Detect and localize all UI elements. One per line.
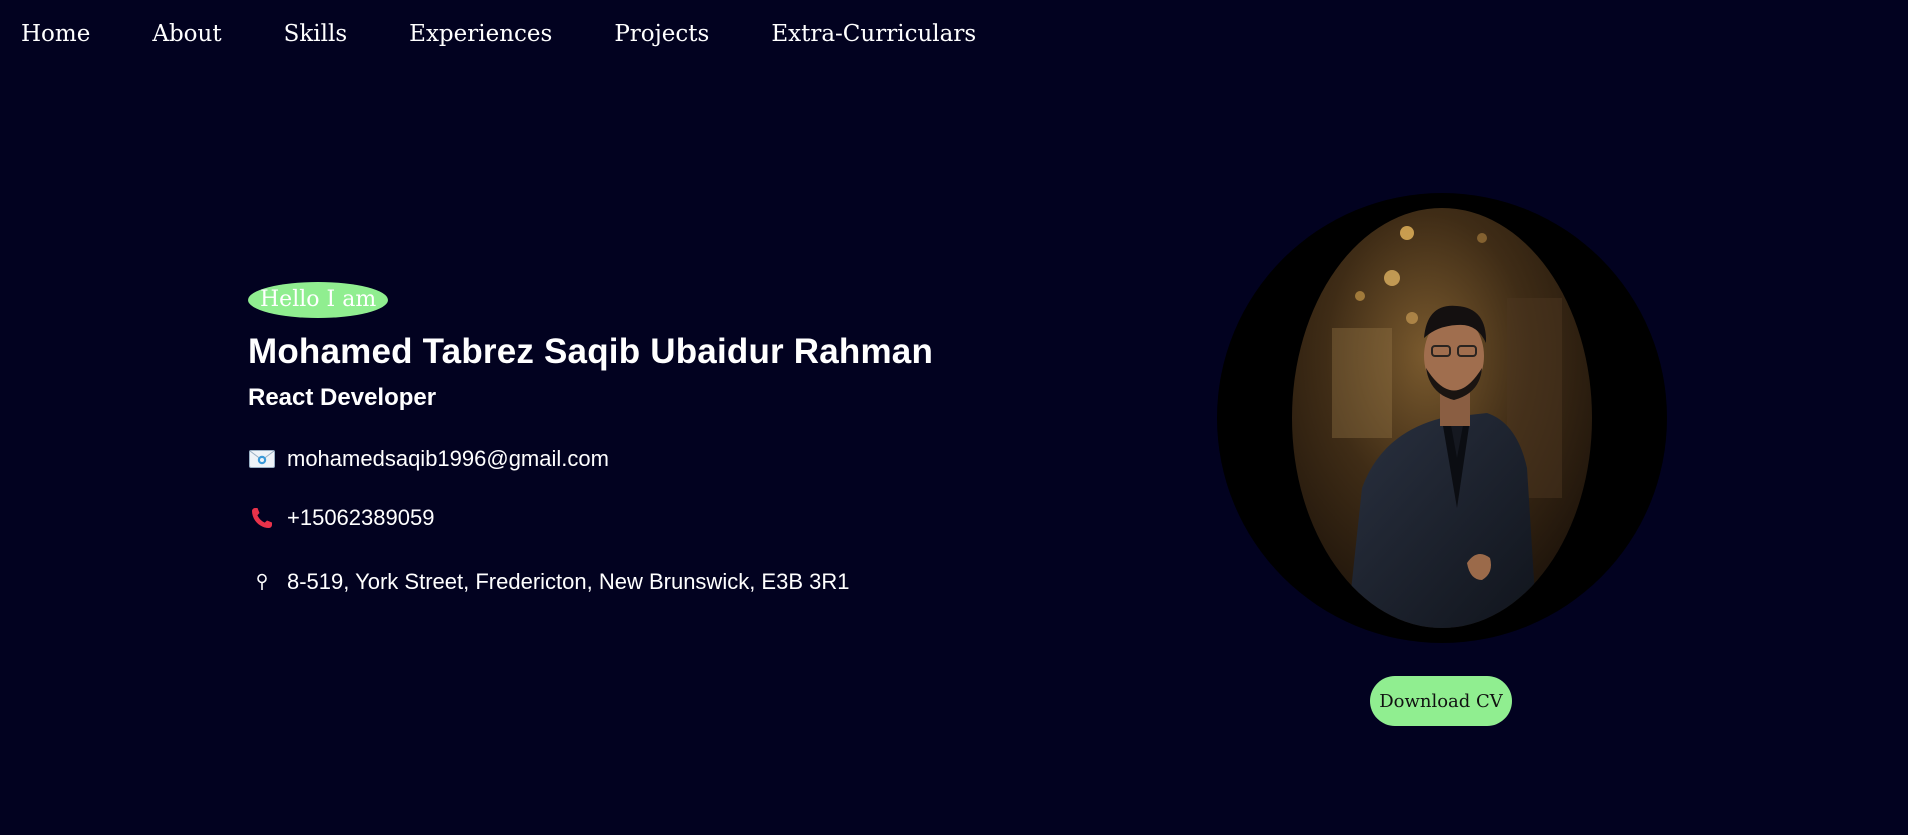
contact-list: mohamedsaqib1996@gmail.com +15062389059 …	[248, 444, 1148, 597]
envelope-icon	[248, 446, 275, 473]
profile-photo	[1292, 208, 1592, 628]
nav-experiences-link[interactable]: Experiences	[409, 21, 552, 47]
nav-about-link[interactable]: About	[152, 21, 221, 47]
nav-home-link[interactable]: Home	[21, 21, 90, 47]
phone-icon	[248, 505, 275, 532]
profile-section: Download CV	[1217, 193, 1667, 726]
hero-intro: Hello I am Mohamed Tabrez Saqib Ubaidur …	[248, 282, 1148, 597]
job-title: React Developer	[248, 384, 437, 411]
nav-skills-link[interactable]: Skills	[284, 21, 348, 47]
phone-number[interactable]: +15062389059	[287, 505, 434, 531]
location-pin-icon	[248, 569, 275, 596]
person-name: Mohamed Tabrez Saqib Ubaidur Rahman	[248, 332, 934, 371]
profile-photo-frame	[1217, 193, 1667, 643]
contact-email-row: mohamedsaqib1996@gmail.com	[248, 444, 1148, 474]
top-navigation: Home About Skills Experiences Projects E…	[0, 0, 1038, 68]
download-cv-button[interactable]: Download CV	[1370, 676, 1512, 726]
nav-projects-link[interactable]: Projects	[614, 21, 709, 47]
contact-address-row: 8-519, York Street, Fredericton, New Bru…	[248, 567, 1148, 597]
contact-phone-row: +15062389059	[248, 503, 1148, 533]
address-text: 8-519, York Street, Fredericton, New Bru…	[287, 569, 850, 594]
email-address[interactable]: mohamedsaqib1996@gmail.com	[287, 446, 609, 472]
nav-extra-curriculars-link[interactable]: Extra-Curriculars	[771, 21, 976, 47]
greeting-badge: Hello I am	[248, 282, 389, 318]
